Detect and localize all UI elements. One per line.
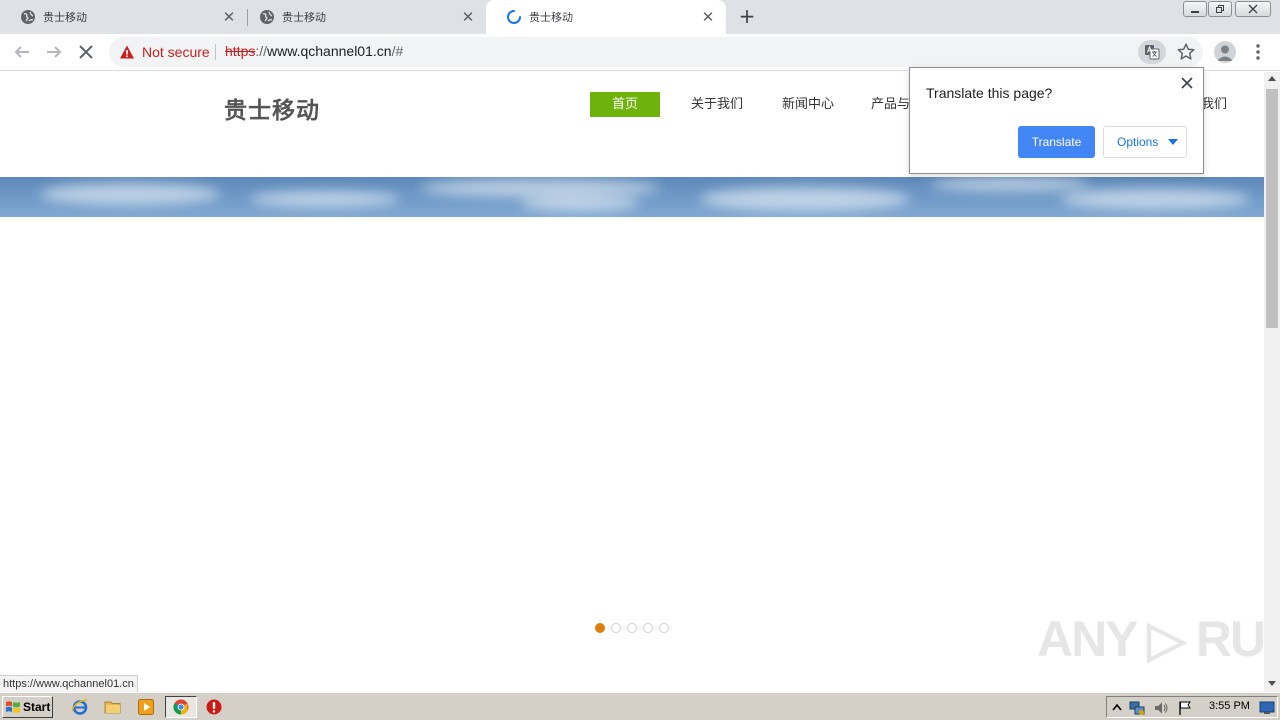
flag-icon[interactable]	[1177, 700, 1193, 716]
anyrun-watermark: ANY ▷ RUN	[1037, 611, 1264, 667]
windows-flag-icon	[6, 701, 20, 713]
tab-title: 贵士移动	[282, 11, 326, 24]
translate-button[interactable]: Translate	[1018, 126, 1095, 158]
page-scrollbar[interactable]	[1264, 72, 1280, 692]
tab-1[interactable]: 贵士移动 ✕	[0, 0, 247, 34]
kebab-menu-icon[interactable]	[1250, 43, 1266, 61]
url-separator: ://	[255, 43, 268, 59]
back-arrow-icon[interactable]	[10, 40, 34, 64]
carousel-dot[interactable]	[659, 623, 669, 633]
translate-bubble: Translate this page? Translate Options	[909, 67, 1204, 174]
cloud	[420, 179, 660, 197]
forward-arrow-icon[interactable]	[42, 40, 66, 64]
tab-title: 贵士移动	[43, 11, 87, 24]
taskbar-chrome-button[interactable]	[165, 696, 197, 718]
cloud	[930, 177, 1090, 191]
start-button[interactable]: Start	[2, 696, 53, 718]
restore-button[interactable]	[1208, 1, 1232, 17]
translate-icon	[1145, 45, 1160, 60]
restore-icon	[1216, 5, 1224, 13]
tab-close-button[interactable]: ✕	[460, 9, 476, 25]
desktop-icon[interactable]	[1259, 700, 1275, 716]
carousel-dot[interactable]	[643, 623, 653, 633]
globe-icon	[21, 10, 35, 24]
cloud	[40, 183, 220, 205]
browser-toolbar: Not secure https://www.qchannel01.cn/#	[0, 34, 1280, 71]
ie-icon[interactable]	[71, 698, 89, 716]
options-label: Options	[1117, 135, 1159, 149]
tab-title: 贵士移动	[529, 11, 573, 24]
not-secure-label: Not secure	[142, 44, 210, 60]
minimize-icon	[1191, 11, 1199, 13]
close-window-button[interactable]	[1235, 1, 1271, 17]
url-scheme: https	[225, 43, 256, 59]
site-logo[interactable]: 贵士移动	[224, 91, 320, 125]
omnibox-divider	[215, 44, 216, 60]
hero-banner-image	[0, 177, 1264, 217]
close-icon[interactable]	[1180, 76, 1194, 90]
carousel-dot[interactable]	[611, 623, 621, 633]
loading-spinner-icon	[507, 10, 521, 24]
cloud	[520, 195, 640, 211]
folder-icon[interactable]	[104, 698, 122, 716]
translate-bubble-title: Translate this page?	[926, 85, 1053, 101]
new-tab-button[interactable]: +	[737, 6, 757, 27]
star-icon[interactable]	[1175, 41, 1197, 63]
chevron-down-icon	[1168, 139, 1179, 145]
close-icon	[1248, 4, 1258, 14]
cloud	[700, 187, 910, 211]
url-host: www.qchannel01.cn	[267, 43, 392, 59]
minimize-button[interactable]	[1183, 1, 1207, 17]
media-player-icon[interactable]	[137, 698, 155, 716]
site-nav-home[interactable]: 首页	[590, 92, 660, 117]
tray-up-arrow-icon[interactable]	[1109, 700, 1125, 716]
security-indicator[interactable]: Not secure	[119, 44, 210, 60]
site-nav-news[interactable]: 新闻中心	[775, 92, 841, 117]
tab-strip: 贵士移动 ✕ 贵士移动 ✕ 贵士移动 ✕ +	[0, 0, 1280, 34]
system-tray: 3:55 PM	[1106, 696, 1278, 718]
address-bar[interactable]: Not secure https://www.qchannel01.cn/#	[109, 37, 1203, 67]
clock[interactable]: 3:55 PM	[1209, 700, 1250, 712]
scroll-up-arrow[interactable]	[1268, 76, 1276, 81]
volume-icon[interactable]	[1153, 700, 1169, 716]
start-label: Start	[23, 700, 51, 714]
carousel-indicators	[595, 623, 669, 633]
options-dropdown-button[interactable]: Options	[1103, 126, 1187, 158]
profile-button[interactable]	[1214, 41, 1236, 63]
stop-icon[interactable]	[74, 40, 98, 64]
carousel-dot[interactable]	[627, 623, 637, 633]
cloud	[250, 191, 400, 207]
url-path: /#	[391, 43, 404, 59]
tab-close-button[interactable]: ✕	[221, 9, 237, 25]
cloud	[1060, 189, 1250, 209]
windows-taskbar: Start 3:55 PM	[0, 692, 1280, 720]
tab-3-active[interactable]: 贵士移动 ✕	[486, 0, 726, 34]
scroll-down-arrow[interactable]	[1268, 681, 1276, 686]
stop-sign-icon[interactable]	[205, 698, 223, 716]
network-icon[interactable]	[1129, 700, 1145, 716]
tab-close-button[interactable]: ✕	[700, 9, 716, 25]
status-url-bubble: https://www.qchannel01.cn	[0, 675, 138, 692]
translate-page-button[interactable]	[1138, 40, 1166, 64]
scrollbar-thumb[interactable]	[1266, 89, 1278, 328]
profile-icon	[1217, 45, 1233, 61]
carousel-dot[interactable]	[595, 623, 605, 633]
warning-icon	[120, 45, 134, 59]
chrome-icon	[173, 699, 189, 715]
site-nav-about[interactable]: 关于我们	[684, 92, 750, 117]
url-text[interactable]: https://www.qchannel01.cn/#	[225, 43, 403, 59]
globe-icon	[260, 10, 274, 24]
tab-2[interactable]: 贵士移动 ✕	[239, 0, 486, 34]
